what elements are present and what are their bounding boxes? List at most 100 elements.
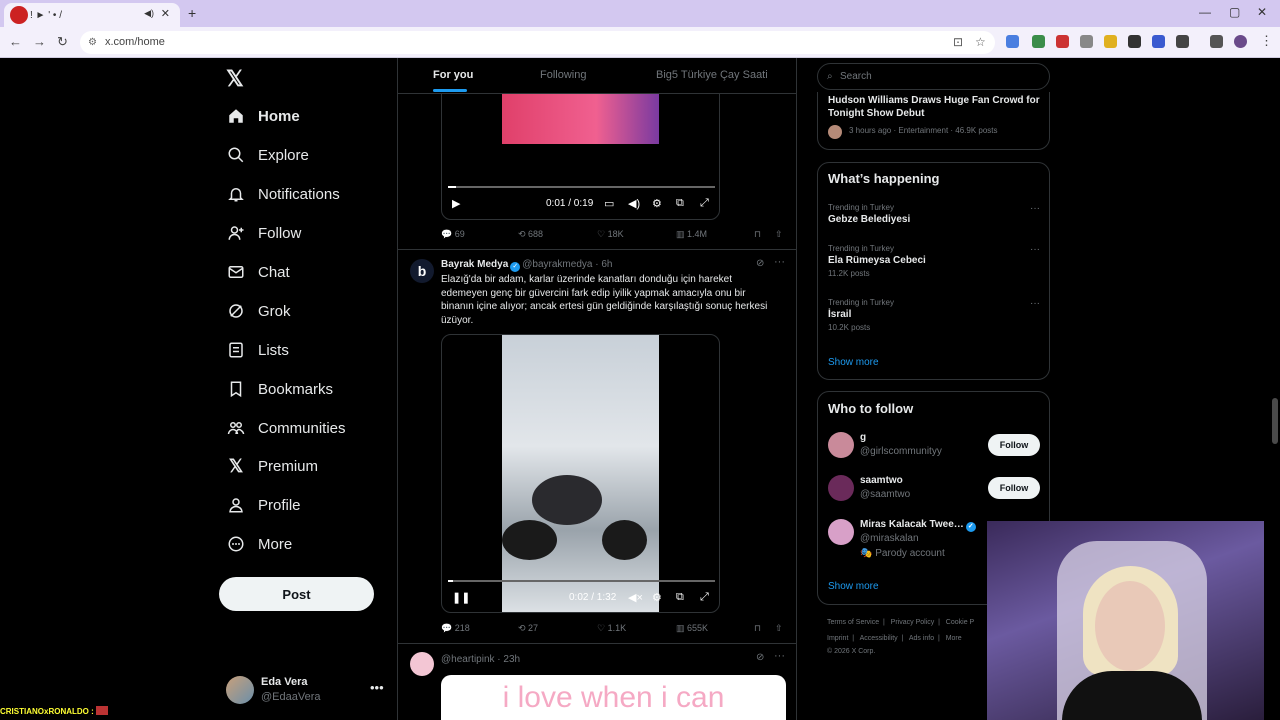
media-icon[interactable] <box>1210 35 1223 48</box>
new-tab-icon[interactable]: + <box>188 5 196 21</box>
footer-link[interactable]: Terms of Service <box>827 619 879 626</box>
repost-button[interactable]: ⟲ 27 <box>518 623 538 634</box>
bookmark-icon[interactable]: ⊓ <box>754 623 761 634</box>
pause-icon[interactable]: ❚❚ <box>452 591 470 604</box>
tab-following[interactable]: Following <box>540 69 586 81</box>
like-button[interactable]: ♡ 1.1K <box>597 623 626 634</box>
nav-explore[interactable]: Explore <box>226 140 309 170</box>
scrollbar-thumb[interactable] <box>1272 398 1278 444</box>
more-dots-icon[interactable]: ··· <box>1030 298 1040 309</box>
pip-icon[interactable]: ⧉ <box>676 197 684 210</box>
page-scrollbar[interactable] <box>1270 58 1280 720</box>
extension-icon[interactable] <box>1080 35 1093 48</box>
reply-button[interactable]: 💬 218 <box>441 623 470 634</box>
footer-link[interactable]: Imprint <box>827 635 848 642</box>
bookmark-icon[interactable]: ⊓ <box>754 229 761 240</box>
nav-follow[interactable]: Follow <box>226 218 301 248</box>
install-icon[interactable]: ⊡ <box>953 31 963 54</box>
account-switcher[interactable]: Eda Vera @EdaaVera ••• <box>226 674 386 708</box>
footer-link[interactable]: Accessibility <box>860 635 898 642</box>
footer-link[interactable]: Privacy Policy <box>891 619 935 626</box>
avatar[interactable] <box>410 652 434 676</box>
reply-button[interactable]: 💬 69 <box>441 229 465 240</box>
mute-icon[interactable]: ◀× <box>628 591 643 604</box>
puzzle-icon[interactable] <box>1176 35 1189 48</box>
video-progress[interactable] <box>448 186 715 188</box>
show-more-link[interactable]: Show more <box>828 581 879 592</box>
volume-icon[interactable]: ◀) <box>628 197 640 210</box>
share-icon[interactable]: ⇧ <box>775 623 783 634</box>
footer-link[interactable]: Ads info <box>909 635 934 642</box>
tab-for-you[interactable]: For you <box>433 69 473 81</box>
reload-icon[interactable]: ↻ <box>57 34 68 50</box>
follow-suggestion[interactable]: saamtwo @saamtwo Follow <box>828 475 1040 509</box>
author-handle[interactable]: @heartipink · 23h <box>441 654 520 665</box>
menu-dots-icon[interactable]: ⋮ <box>1260 33 1273 49</box>
footer-link[interactable]: Cookie P <box>946 619 974 626</box>
avatar[interactable]: b <box>410 259 434 283</box>
extension-icon[interactable] <box>1104 35 1117 48</box>
forward-icon[interactable]: → <box>33 34 46 49</box>
star-icon[interactable]: ☆ <box>975 31 986 54</box>
follow-suggestion[interactable]: ɡ @girlscommunityy Follow <box>828 432 1040 466</box>
repost-button[interactable]: ⟲ 688 <box>518 229 543 240</box>
like-button[interactable]: ♡ 18K <box>597 229 624 240</box>
footer-link[interactable]: More <box>946 635 962 642</box>
author-name[interactable]: Bayrak Medya <box>441 259 508 270</box>
x-logo-icon[interactable]: 𝕏 <box>226 66 244 92</box>
trend-item[interactable]: Trending in Turkey Ela Rümeysa Cebeci 11… <box>828 244 1040 278</box>
fullscreen-icon[interactable]: ⤢ <box>700 591 709 604</box>
nav-lists[interactable]: Lists <box>226 335 289 365</box>
speaker-icon[interactable]: ◀) <box>144 8 154 19</box>
extension-icon[interactable] <box>1056 35 1069 48</box>
more-dots-icon[interactable]: ··· <box>774 256 785 268</box>
play-icon[interactable]: ▶ <box>452 197 460 210</box>
browser-tab[interactable]: ! ► ' • / ◀) ✕ <box>4 3 180 27</box>
captions-icon[interactable]: ▭ <box>604 197 614 210</box>
grok-icon[interactable]: ⊘ <box>756 652 764 663</box>
more-dots-icon[interactable]: ··· <box>774 650 785 662</box>
translate-icon[interactable] <box>1006 35 1019 48</box>
address-bar[interactable]: ⚙ x.com/home ⊡ ☆ <box>80 31 995 54</box>
extension-icon[interactable] <box>1128 35 1141 48</box>
fullscreen-icon[interactable]: ⤢ <box>700 197 709 210</box>
back-icon[interactable]: ← <box>9 34 22 49</box>
show-more-link[interactable]: Show more <box>828 357 879 368</box>
close-tab-icon[interactable]: ✕ <box>161 7 170 20</box>
tweet-image[interactable]: i love when i can <box>441 675 786 720</box>
follow-button[interactable]: Follow <box>988 477 1040 499</box>
trend-item[interactable]: Trending in Turkey İsrail 10.2K posts ··… <box>828 298 1040 332</box>
nav-profile[interactable]: Profile <box>226 490 301 520</box>
site-info-icon[interactable]: ⚙ <box>88 31 97 54</box>
news-title[interactable]: Hudson Williams Draws Huge Fan Crowd for… <box>828 94 1043 120</box>
nav-more[interactable]: More <box>226 529 292 559</box>
grok-icon[interactable]: ⊘ <box>756 258 764 269</box>
tweet-video[interactable]: ▶ 0:01 / 0:19 ▭ ◀) ⚙ ⧉ ⤢ <box>441 78 720 220</box>
settings-icon[interactable]: ⚙ <box>652 591 662 604</box>
pip-icon[interactable]: ⧉ <box>676 591 684 604</box>
extension-icon[interactable] <box>1032 35 1045 48</box>
more-dots-icon[interactable]: ··· <box>1030 203 1040 214</box>
settings-icon[interactable]: ⚙ <box>652 197 662 210</box>
tab-big5[interactable]: Big5 Türkiye Çay Saati <box>656 69 768 81</box>
post-button[interactable]: Post <box>219 577 374 611</box>
close-window-icon[interactable]: ✕ <box>1257 5 1267 19</box>
more-dots-icon[interactable]: ··· <box>1030 244 1040 255</box>
tweet-video[interactable]: ❚❚ 0:02 / 1:32 ◀× ⚙ ⧉ ⤢ <box>441 334 720 613</box>
nav-notifications[interactable]: Notifications <box>226 179 340 209</box>
restore-icon[interactable]: ▢ <box>1229 5 1240 19</box>
minimize-icon[interactable]: — <box>1199 5 1211 19</box>
search-input[interactable]: ⌕ Search <box>817 63 1050 90</box>
views-button[interactable]: ▥ 1.4M <box>676 229 707 240</box>
nav-communities[interactable]: Communities <box>226 413 346 443</box>
views-button[interactable]: ▥ 655K <box>676 623 708 634</box>
nav-premium[interactable]: 𝕏 Premium <box>226 451 318 481</box>
trend-item[interactable]: Trending in Turkey Gebze Belediyesi ··· <box>828 203 1040 225</box>
nav-chat[interactable]: Chat <box>226 257 290 287</box>
author-handle[interactable]: @bayrakmedya · 6h <box>522 259 612 270</box>
nav-bookmarks[interactable]: Bookmarks <box>226 374 333 404</box>
follow-button[interactable]: Follow <box>988 434 1040 456</box>
share-icon[interactable]: ⇧ <box>775 229 783 240</box>
nav-home[interactable]: Home <box>226 101 300 131</box>
video-progress[interactable] <box>448 580 715 582</box>
